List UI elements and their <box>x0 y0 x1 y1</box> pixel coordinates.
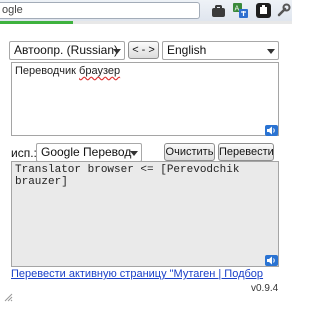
target-language-value: English <box>167 43 207 57</box>
target-language-select[interactable]: English <box>162 41 279 60</box>
engine-select[interactable]: Google Перевод <box>36 143 142 162</box>
puzzle-extension-icon[interactable] <box>256 3 271 18</box>
source-language-select[interactable]: Автоопр. (Russian) <box>9 41 125 60</box>
wrench-icon[interactable] <box>276 3 291 18</box>
engine-value: Google Перевод <box>41 145 132 159</box>
briefcase-icon[interactable] <box>211 3 226 18</box>
translate-button[interactable]: Перевести <box>218 143 274 161</box>
translate-extension-icon[interactable]: A <box>233 3 248 18</box>
translator-popup: Автоопр. (Russian) < - > English Перевод… <box>0 24 292 313</box>
address-bar[interactable]: ogle <box>0 2 200 19</box>
svg-text:A: A <box>235 5 240 13</box>
resize-grip-icon[interactable] <box>4 293 13 302</box>
translation-result: Translator browser <= [Perevodchik brauz… <box>11 161 279 267</box>
source-text-input[interactable]: Переводчик браузер <box>11 62 279 136</box>
translate-page-link[interactable]: Перевести активную страницу "Мутаген | П… <box>11 268 263 280</box>
version-label: v0.9.4 <box>251 283 279 294</box>
source-word-1: Переводчик <box>15 65 76 77</box>
speaker-icon[interactable] <box>265 125 278 136</box>
engine-label: исп.: <box>11 146 37 160</box>
source-language-value: Автоопр. (Russian) <box>14 43 119 57</box>
browser-toolbar: ogle A <box>0 0 292 23</box>
chevron-down-icon <box>267 49 275 54</box>
swap-languages-button[interactable]: < - > <box>128 41 159 59</box>
clear-button[interactable]: Очистить <box>164 143 215 161</box>
chevron-down-icon <box>113 49 121 54</box>
speaker-icon[interactable] <box>265 255 278 266</box>
chevron-down-icon <box>130 151 138 156</box>
source-word-2: браузер <box>79 65 121 77</box>
